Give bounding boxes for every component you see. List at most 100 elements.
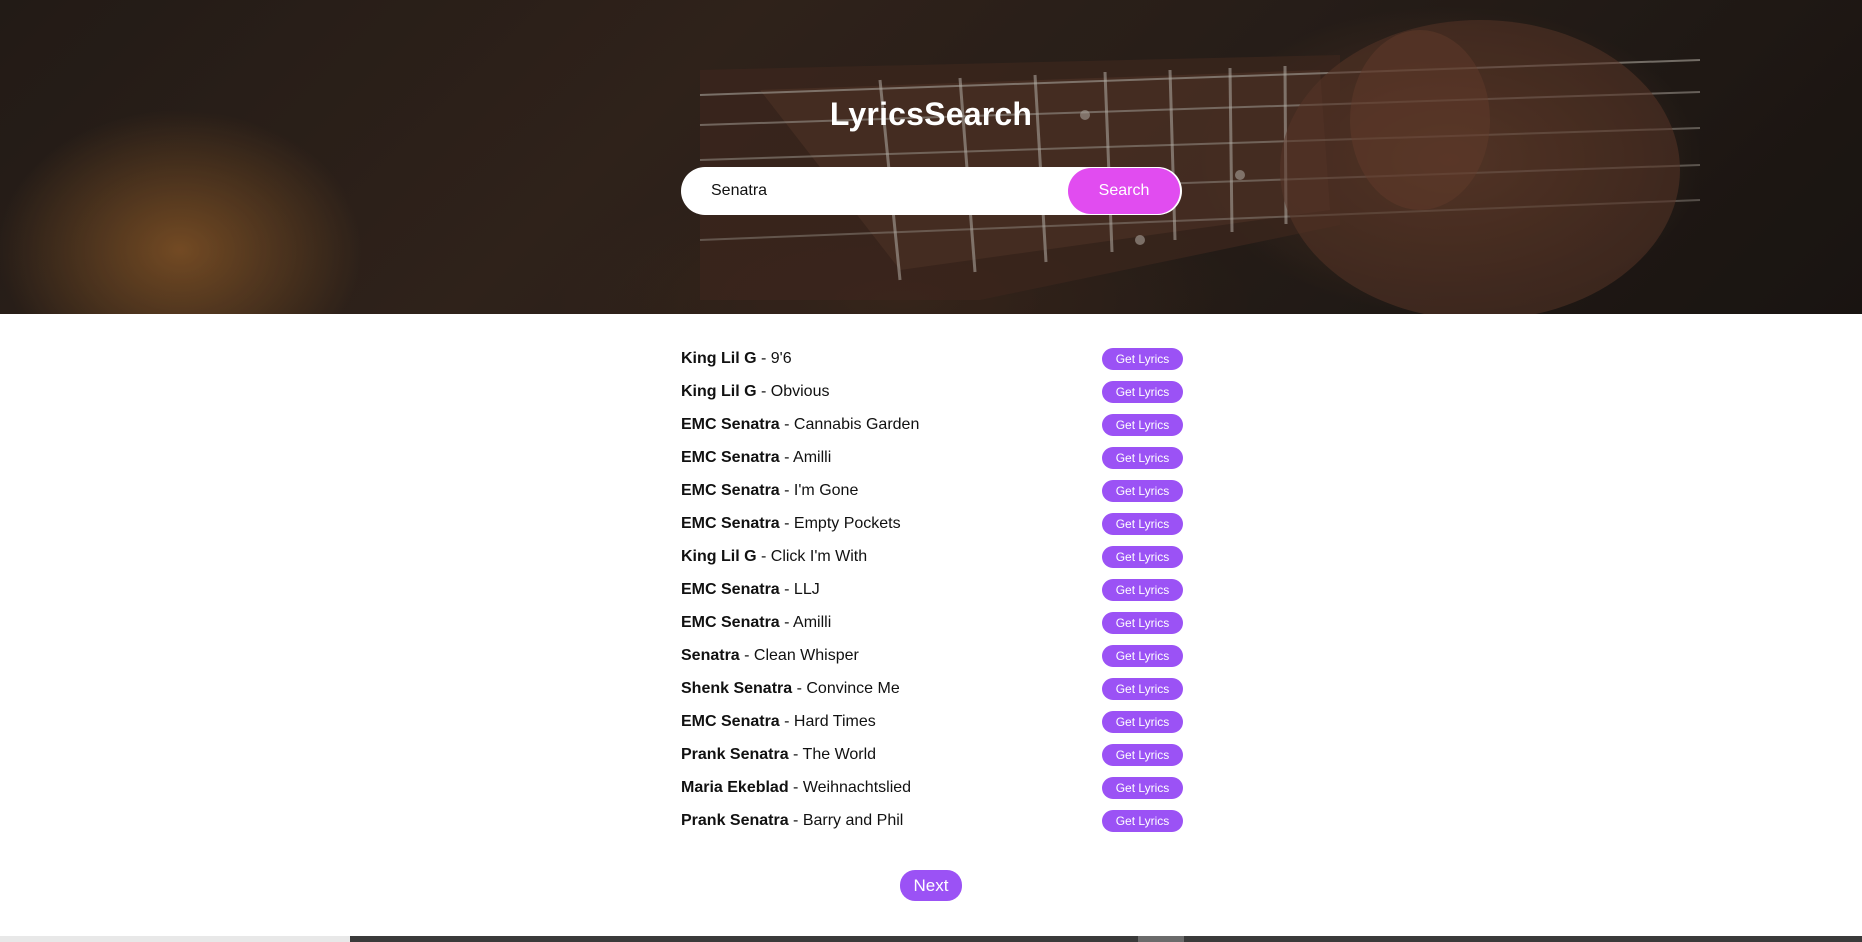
get-lyrics-button[interactable]: Get Lyrics [1102, 710, 1183, 733]
list-item: EMC Senatra - Cannabis Garden Get Lyrics [681, 408, 1183, 441]
song-title: Barry and Phil [802, 811, 904, 829]
list-item: King Lil G - Obvious Get Lyrics [681, 375, 1183, 408]
scrollbar-thumb[interactable] [0, 936, 350, 942]
get-lyrics-button[interactable]: Get Lyrics [1102, 512, 1183, 535]
song-entry: King Lil G - Obvious [681, 383, 829, 401]
artist-name: King Lil G [681, 382, 757, 400]
artist-name: Prank Senatra [681, 811, 789, 829]
song-entry: Maria Ekeblad - Weihnachtslied [681, 779, 911, 797]
get-lyrics-button[interactable]: Get Lyrics [1102, 809, 1183, 832]
get-lyrics-button[interactable]: Get Lyrics [1102, 611, 1183, 634]
artist-name: Shenk Senatra [681, 679, 793, 697]
song-title: Weihnachtslied [802, 778, 912, 796]
separator: - [779, 481, 794, 499]
get-lyrics-button[interactable]: Get Lyrics [1102, 644, 1183, 667]
artist-name: Maria Ekeblad [681, 778, 789, 796]
artist-name: EMC Senatra [681, 415, 780, 433]
get-lyrics-button[interactable]: Get Lyrics [1102, 776, 1183, 799]
song-title: Hard Times [793, 712, 876, 730]
app-title: LyricsSearch [829, 96, 1033, 132]
artist-name: Senatra [681, 646, 740, 664]
separator: - [779, 712, 794, 730]
next-page-button[interactable]: Next [900, 870, 962, 901]
horizontal-scrollbar[interactable] [0, 936, 1862, 942]
separator: - [779, 580, 794, 598]
song-entry: EMC Senatra - Hard Times [681, 713, 876, 731]
song-title: Amilli [793, 448, 832, 466]
list-item: Maria Ekeblad - Weihnachtslied Get Lyric… [681, 771, 1183, 804]
search-input[interactable] [681, 168, 1073, 214]
search-button[interactable]: Search [1068, 168, 1180, 214]
song-entry: EMC Senatra - Cannabis Garden [681, 416, 919, 434]
song-entry: EMC Senatra - Empty Pockets [681, 515, 901, 533]
get-lyrics-button[interactable]: Get Lyrics [1102, 380, 1183, 403]
separator: - [788, 778, 803, 796]
song-title: Cannabis Garden [793, 415, 920, 433]
artist-name: Prank Senatra [681, 745, 789, 763]
separator: - [788, 745, 803, 763]
song-entry: Shenk Senatra - Convince Me [681, 680, 900, 698]
song-title: Amilli [793, 613, 832, 631]
get-lyrics-button[interactable]: Get Lyrics [1102, 413, 1183, 436]
separator: - [779, 448, 794, 466]
song-entry: Prank Senatra - Barry and Phil [681, 812, 903, 830]
song-title: Obvious [770, 382, 830, 400]
song-title: LLJ [793, 580, 820, 598]
artist-name: EMC Senatra [681, 712, 780, 730]
results-list: King Lil G - 9'6 Get Lyrics King Lil G -… [681, 342, 1183, 837]
get-lyrics-button[interactable]: Get Lyrics [1102, 545, 1183, 568]
song-title: Click I'm With [770, 547, 868, 565]
song-entry: King Lil G - Click I'm With [681, 548, 867, 566]
list-item: EMC Senatra - I'm Gone Get Lyrics [681, 474, 1183, 507]
artist-name: King Lil G [681, 547, 757, 565]
artist-name: EMC Senatra [681, 613, 780, 631]
separator: - [756, 547, 771, 565]
separator: - [779, 514, 794, 532]
artist-name: EMC Senatra [681, 514, 780, 532]
song-entry: EMC Senatra - I'm Gone [681, 482, 858, 500]
separator: - [756, 382, 771, 400]
artist-name: EMC Senatra [681, 580, 780, 598]
get-lyrics-button[interactable]: Get Lyrics [1102, 479, 1183, 502]
get-lyrics-button[interactable]: Get Lyrics [1102, 743, 1183, 766]
scrollbar-marker [1138, 936, 1184, 942]
get-lyrics-button[interactable]: Get Lyrics [1102, 347, 1183, 370]
separator: - [779, 613, 794, 631]
list-item: King Lil G - 9'6 Get Lyrics [681, 342, 1183, 375]
list-item: EMC Senatra - Amilli Get Lyrics [681, 441, 1183, 474]
artist-name: EMC Senatra [681, 448, 780, 466]
get-lyrics-button[interactable]: Get Lyrics [1102, 578, 1183, 601]
list-item: EMC Senatra - Hard Times Get Lyrics [681, 705, 1183, 738]
song-entry: EMC Senatra - Amilli [681, 449, 831, 467]
list-item: EMC Senatra - LLJ Get Lyrics [681, 573, 1183, 606]
song-title: 9'6 [770, 349, 792, 367]
artist-name: EMC Senatra [681, 481, 780, 499]
song-entry: King Lil G - 9'6 [681, 350, 792, 368]
list-item: Prank Senatra - The World Get Lyrics [681, 738, 1183, 771]
song-title: Clean Whisper [753, 646, 859, 664]
list-item: EMC Senatra - Empty Pockets Get Lyrics [681, 507, 1183, 540]
hero-overlay [0, 0, 1862, 314]
separator: - [756, 349, 771, 367]
separator: - [739, 646, 754, 664]
list-item: Shenk Senatra - Convince Me Get Lyrics [681, 672, 1183, 705]
song-entry: Prank Senatra - The World [681, 746, 876, 764]
get-lyrics-button[interactable]: Get Lyrics [1102, 677, 1183, 700]
song-title: The World [802, 745, 877, 763]
song-entry: Senatra - Clean Whisper [681, 647, 859, 665]
separator: - [788, 811, 803, 829]
get-lyrics-button[interactable]: Get Lyrics [1102, 446, 1183, 469]
list-item: King Lil G - Click I'm With Get Lyrics [681, 540, 1183, 573]
artist-name: King Lil G [681, 349, 757, 367]
separator: - [779, 415, 794, 433]
hero-banner: LyricsSearch Search [0, 0, 1862, 314]
song-title: Convince Me [806, 679, 900, 697]
song-entry: EMC Senatra - Amilli [681, 614, 831, 632]
separator: - [792, 679, 807, 697]
song-title: I'm Gone [793, 481, 859, 499]
list-item: EMC Senatra - Amilli Get Lyrics [681, 606, 1183, 639]
song-title: Empty Pockets [793, 514, 901, 532]
search-form: Search [681, 167, 1182, 215]
list-item: Prank Senatra - Barry and Phil Get Lyric… [681, 804, 1183, 837]
song-entry: EMC Senatra - LLJ [681, 581, 820, 599]
